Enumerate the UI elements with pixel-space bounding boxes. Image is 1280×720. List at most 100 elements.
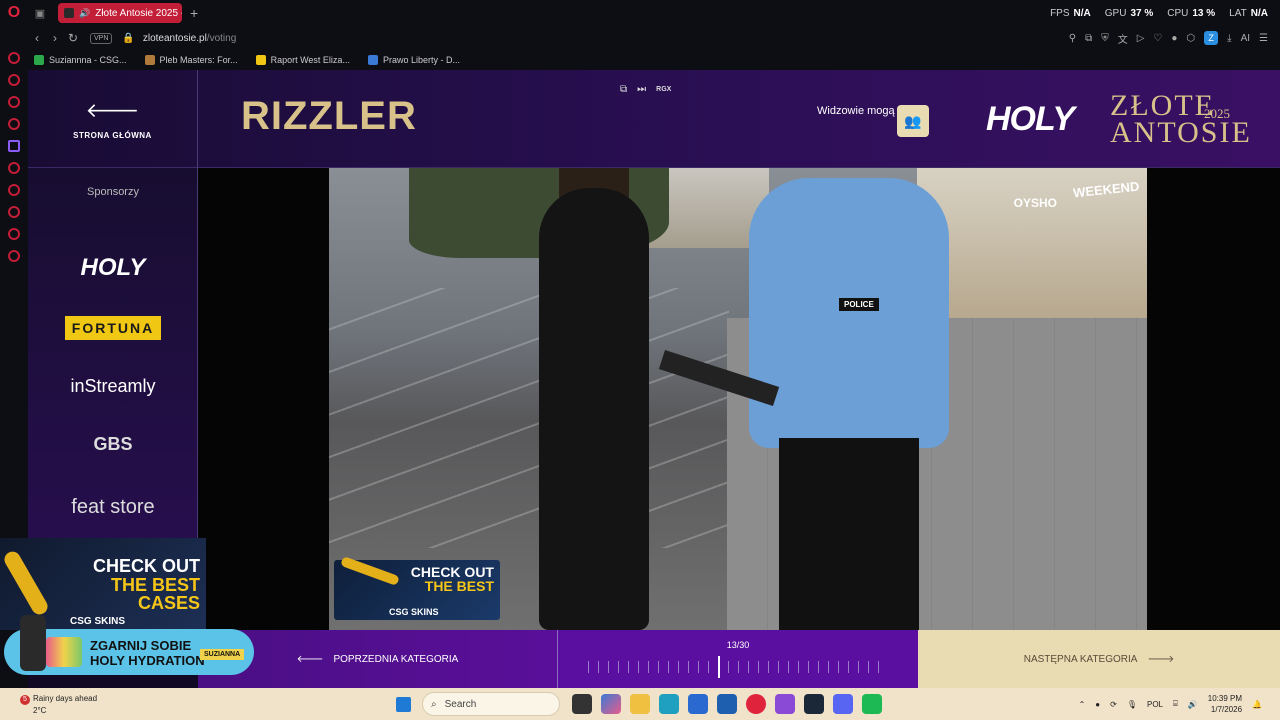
twitch-icon[interactable] bbox=[8, 140, 20, 152]
sync-icon[interactable]: ⟳ bbox=[1110, 700, 1117, 709]
outlook-icon[interactable] bbox=[717, 694, 737, 714]
browser-tab-active[interactable]: 🔊 Złote Antosie 2025 - N bbox=[58, 3, 182, 23]
network-icon[interactable]: ⌸ bbox=[1173, 699, 1178, 709]
aria-ai-button[interactable]: AI bbox=[1241, 33, 1250, 44]
download-icon[interactable]: ⤓ bbox=[1227, 33, 1231, 44]
sponsor-gbs-logo[interactable]: GBS bbox=[28, 434, 198, 455]
tray-app-icon[interactable]: ● bbox=[1095, 700, 1100, 709]
chevron-up-icon[interactable]: ⌃ bbox=[1079, 700, 1086, 709]
scene-tram-rails bbox=[329, 288, 729, 548]
sponsor-featstore-logo[interactable]: feat store bbox=[28, 496, 198, 519]
opera-logo-icon[interactable]: O bbox=[0, 0, 28, 26]
shopping-icon[interactable] bbox=[8, 74, 20, 86]
spotify-icon[interactable] bbox=[862, 694, 882, 714]
pin-icon[interactable]: ⚲ bbox=[1069, 33, 1076, 44]
messenger-icon[interactable] bbox=[8, 96, 20, 108]
notifications-icon[interactable]: 🔔 bbox=[1252, 700, 1262, 709]
clock-icon[interactable] bbox=[8, 206, 20, 218]
knife-graphic bbox=[1, 548, 51, 618]
tab-title: Złote Antosie 2025 - N bbox=[95, 7, 182, 19]
video-controls: ⧉ ⏭ RGX bbox=[620, 84, 671, 95]
volume-icon[interactable]: 🔊 bbox=[1188, 700, 1198, 709]
translate-icon[interactable]: 文 bbox=[1118, 31, 1128, 46]
voting-page: 🡐 STRONA GŁÓWNA RIZZLER ⧉ ⏭ RGX Widzowie… bbox=[28, 70, 1280, 688]
progress-ticks bbox=[588, 661, 888, 673]
address-bar: ‹ › ↻ VPN 🔒 zloteantosie.pl/voting ⚲ ⧉ ⛨… bbox=[28, 26, 1280, 50]
bookmark-item[interactable]: Prawo Liberty - D... bbox=[367, 55, 460, 65]
url-path: /voting bbox=[206, 32, 237, 44]
arrow-left-icon: 🡐 bbox=[296, 654, 324, 665]
mic-icon[interactable]: 🎙 bbox=[1127, 700, 1137, 709]
vpn-badge[interactable]: VPN bbox=[90, 32, 113, 44]
chat-icon[interactable] bbox=[8, 228, 20, 240]
weather-widget[interactable]: 5 Rainy days ahead 2°C bbox=[20, 693, 97, 716]
forward-icon[interactable]: › bbox=[46, 31, 64, 45]
sponsor-fortuna-logo[interactable]: FORTUNA bbox=[28, 316, 198, 340]
next-category-button[interactable]: NASTĘPNA KATEGORIA 🡒 bbox=[918, 630, 1280, 688]
rgx-button[interactable]: RGX bbox=[656, 86, 671, 93]
z-extension-icon[interactable]: Z bbox=[1204, 31, 1219, 45]
steam-icon[interactable] bbox=[804, 694, 824, 714]
perf-lat: LAT N/A bbox=[1229, 7, 1268, 19]
category-title: RIZZLER bbox=[241, 94, 417, 138]
menu-icon[interactable]: ☰ bbox=[1259, 33, 1268, 44]
arrow-left-icon: 🡐 bbox=[85, 100, 140, 122]
bookmark-item[interactable]: Suziannna - CSG... bbox=[34, 55, 127, 65]
send-icon[interactable] bbox=[8, 184, 20, 196]
back-icon[interactable]: ‹ bbox=[28, 31, 46, 45]
windows-taskbar: 5Rainy days ahead 2°C ⌕ Search ⌃ ● ⟳ 🎙 bbox=[0, 688, 1280, 720]
gmail-icon[interactable] bbox=[8, 118, 20, 130]
notification-badge: 5 bbox=[20, 695, 30, 705]
bookmark-favicon-icon bbox=[144, 55, 155, 65]
bookmark-item[interactable]: Raport West Eliza... bbox=[255, 55, 350, 65]
new-tab-button[interactable]: + bbox=[190, 5, 198, 21]
store-icon[interactable] bbox=[688, 694, 708, 714]
sponsor-instreamly-logo[interactable]: inStreamly bbox=[28, 376, 198, 397]
file-explorer-icon[interactable] bbox=[630, 694, 650, 714]
page-header: 🡐 STRONA GŁÓWNA RIZZLER ⧉ ⏭ RGX Widzowie… bbox=[28, 70, 1280, 168]
shield-icon[interactable]: ⛨ bbox=[1101, 33, 1109, 44]
language-indicator[interactable]: POL bbox=[1147, 700, 1163, 709]
extension-blue-icon[interactable]: ● bbox=[1171, 33, 1177, 44]
bookmark-favicon-icon bbox=[34, 55, 44, 65]
scene-police-badge: POLICE bbox=[839, 298, 879, 311]
lock-icon[interactable]: 🔒 bbox=[122, 33, 134, 44]
snipping-tool-icon[interactable] bbox=[775, 694, 795, 714]
perf-cpu: CPU 13 % bbox=[1167, 7, 1216, 19]
discord-icon[interactable] bbox=[833, 694, 853, 714]
perf-fps: FPS N/A bbox=[1050, 7, 1091, 19]
clock[interactable]: 10:39 PM 1/7/2026 bbox=[1208, 693, 1242, 715]
history-icon[interactable] bbox=[8, 52, 20, 64]
windows-start-icon[interactable] bbox=[396, 697, 411, 712]
edge-icon[interactable] bbox=[659, 694, 679, 714]
extensions-icon[interactable]: ⬡ bbox=[1186, 33, 1195, 44]
task-view-icon[interactable] bbox=[572, 694, 592, 714]
bookmark-favicon-icon bbox=[255, 55, 266, 65]
video-frame: OYSHO WEEKEND POLICE CHECK OUT THE BEST … bbox=[329, 168, 1147, 630]
popout-icon[interactable]: ⧉ bbox=[620, 84, 627, 95]
taskbar-search[interactable]: ⌕ Search bbox=[422, 692, 560, 716]
skip-icon[interactable]: ⏭ bbox=[637, 84, 646, 95]
player-icon[interactable] bbox=[8, 162, 20, 174]
home-button[interactable]: 🡐 STRONA GŁÓWNA bbox=[28, 70, 198, 168]
holy-logo: HOLY bbox=[986, 100, 1075, 138]
toolbar-icons: ⚲ ⧉ ⛨ 文 ▷ ♡ ● ⬡ Z ⤓ AI ☰ bbox=[1069, 26, 1268, 50]
speaker-icon[interactable]: 🔊 bbox=[79, 8, 90, 19]
csgskins-video-ad: CHECK OUT THE BEST CSG SKINS bbox=[334, 556, 500, 620]
url-host: zloteantosie.pl bbox=[142, 32, 207, 44]
play-icon[interactable]: ▷ bbox=[1137, 33, 1145, 44]
url-field[interactable]: zloteantosie.pl/voting bbox=[143, 33, 236, 44]
reload-icon[interactable]: ↻ bbox=[64, 31, 82, 45]
opera-taskbar-icon[interactable] bbox=[746, 694, 766, 714]
tab-islands-icon[interactable]: ▣ bbox=[28, 7, 52, 20]
perf-gpu: GPU 37 % bbox=[1104, 7, 1154, 19]
settings-icon[interactable] bbox=[8, 250, 20, 262]
heart-icon[interactable]: ♡ bbox=[1153, 33, 1162, 44]
copilot-icon[interactable] bbox=[601, 694, 621, 714]
video-player[interactable]: OYSHO WEEKEND POLICE CHECK OUT THE BEST … bbox=[198, 168, 1280, 630]
sponsor-holy-logo[interactable]: HOLY bbox=[28, 254, 198, 282]
shaker-bottle-graphic bbox=[20, 615, 46, 671]
snapshot-icon[interactable]: ⧉ bbox=[1085, 33, 1092, 44]
bookmark-item[interactable]: Pleb Masters: For... bbox=[144, 55, 238, 65]
viewers-group-button[interactable]: 👥 bbox=[897, 105, 929, 137]
